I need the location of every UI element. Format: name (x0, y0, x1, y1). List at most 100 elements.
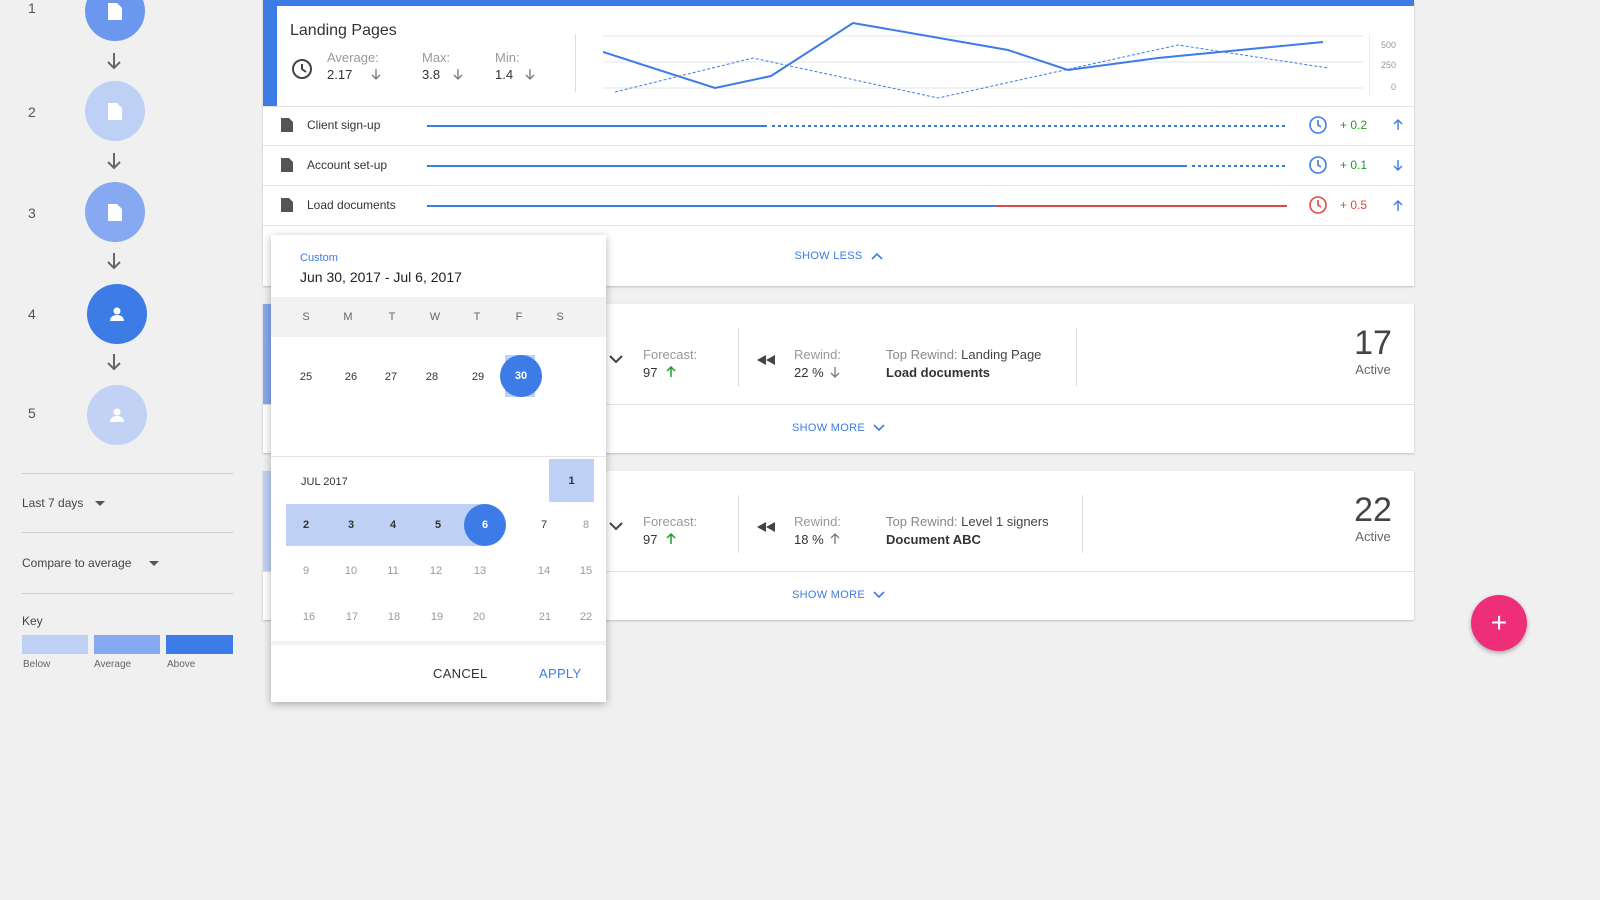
chevron-down-icon (873, 424, 885, 432)
show-more-label: SHOW MORE (792, 422, 865, 434)
weekday-header: S M T W T F S (271, 297, 606, 337)
row-delta: + 0.1 (1340, 158, 1368, 172)
person-icon (110, 307, 124, 321)
key-swatch-average (94, 635, 160, 654)
cancel-button[interactable]: CANCEL (433, 666, 488, 681)
calendar-day[interactable]: 8 (571, 519, 601, 531)
arrow-down-icon (107, 253, 121, 270)
top-rewind-label: Top Rewind: (886, 514, 958, 529)
calendar-day[interactable]: 17 (337, 611, 367, 623)
max-label: Max: (422, 50, 451, 65)
row-label: Client sign-up (307, 118, 381, 132)
calendar-day[interactable]: 28 (417, 371, 447, 383)
document-icon (281, 158, 293, 172)
page-row-account-setup[interactable]: Account set-up + 0.1 (263, 146, 1414, 185)
calendar-day[interactable]: 22 (571, 611, 601, 623)
rewind-label: Rewind: (794, 514, 841, 529)
document-icon (108, 102, 122, 120)
date-range-dropdown[interactable]: Last 7 days (22, 496, 106, 510)
step-1-circle[interactable] (85, 0, 145, 41)
calendar-day[interactable]: 12 (421, 565, 451, 577)
arrow-up-icon (1393, 200, 1403, 211)
calendar-day[interactable]: 29 (463, 371, 493, 383)
calendar-day[interactable]: 21 (530, 611, 560, 623)
top-rewind-value: Level 1 signers (961, 514, 1049, 529)
calendar-day-in-range[interactable]: 2 (291, 519, 321, 531)
key-swatch-below (22, 635, 88, 654)
apply-button[interactable]: APPLY (539, 666, 581, 681)
step-number: 4 (28, 306, 36, 322)
arrow-up-icon (830, 533, 840, 544)
forecast-value: 97 (643, 532, 658, 547)
calendar-day[interactable]: 14 (529, 565, 559, 577)
arrow-up-icon (666, 366, 676, 377)
step-4-circle[interactable] (87, 284, 147, 344)
active-count: 17 (1354, 324, 1392, 362)
calendar-day-in-range[interactable]: 4 (378, 519, 408, 531)
row-delta: + 0.2 (1340, 118, 1368, 132)
chart-tick: 500 (1381, 40, 1397, 50)
caret-down-icon (95, 500, 106, 506)
show-more-label: SHOW MORE (792, 589, 865, 601)
document-icon (281, 198, 293, 212)
compare-dropdown[interactable]: Compare to average (22, 556, 160, 570)
key-label-average: Average (94, 659, 132, 670)
calendar-day-in-range[interactable]: 1 (549, 459, 594, 502)
calendar-day[interactable]: 10 (336, 565, 366, 577)
landing-trend-chart (603, 21, 1363, 99)
rewind-value: 22 % (794, 365, 824, 380)
add-fab-button[interactable]: + (1471, 595, 1527, 651)
calendar-day[interactable]: 16 (294, 611, 324, 623)
divider (1082, 495, 1083, 553)
weekday-label: F (515, 311, 523, 323)
trend-line-solid (603, 21, 1324, 90)
arrow-up-icon (1393, 119, 1403, 130)
rewind-icon (757, 522, 775, 532)
calendar-day[interactable]: 19 (422, 611, 452, 623)
range-start-day[interactable]: 30 (500, 355, 542, 397)
row-label: Load documents (307, 198, 396, 212)
calendar-day[interactable]: 7 (529, 519, 559, 531)
step-3-circle[interactable] (85, 182, 145, 242)
key-label-above: Above (167, 659, 196, 670)
step-number: 2 (28, 104, 36, 120)
top-rewind-value: Landing Page (961, 347, 1042, 362)
weekday-label: S (556, 311, 564, 323)
calendar-day-in-range[interactable]: 5 (423, 519, 453, 531)
step-5-circle[interactable] (87, 385, 147, 445)
divider (22, 532, 233, 533)
chevron-down-icon (873, 591, 885, 599)
key-swatch-above (166, 635, 233, 654)
calendar-day[interactable]: 25 (291, 371, 321, 383)
trend-icon (609, 355, 623, 364)
calendar-day-in-range[interactable]: 3 (336, 519, 366, 531)
calendar-day[interactable]: 26 (336, 371, 366, 383)
min-label: Min: (495, 50, 520, 65)
active-count: 22 (1354, 491, 1392, 529)
calendar-day[interactable]: 27 (376, 371, 406, 383)
key-label-below: Below (23, 659, 51, 670)
step-2-circle[interactable] (85, 81, 145, 141)
range-end-day[interactable]: 6 (464, 504, 506, 546)
person-icon (110, 408, 124, 422)
calendar-day[interactable]: 20 (464, 611, 494, 623)
clock-icon (1309, 156, 1327, 174)
top-rewind: Top Rewind: Level 1 signers (886, 514, 1049, 529)
arrow-down-icon (107, 153, 121, 170)
weekday-label: T (473, 311, 481, 323)
date-range-picker: Custom Jun 30, 2017 - Jul 6, 2017 S M T … (271, 235, 606, 702)
rewind-label: Rewind: (794, 347, 841, 362)
range-mode-label: Custom (300, 252, 338, 264)
divider (738, 495, 739, 553)
active-label: Active (1355, 529, 1391, 544)
divider (271, 456, 606, 457)
calendar-day[interactable]: 9 (291, 565, 321, 577)
calendar-day[interactable]: 11 (378, 565, 408, 577)
calendar-day[interactable]: 13 (465, 565, 495, 577)
calendar-day[interactable]: 18 (379, 611, 409, 623)
page-row-client-signup[interactable]: Client sign-up + 0.2 (263, 106, 1414, 145)
calendar-day[interactable]: 15 (571, 565, 601, 577)
forecast-label: Forecast: (643, 514, 698, 529)
weekday-label: S (302, 311, 310, 323)
page-row-load-documents[interactable]: Load documents + 0.5 (263, 186, 1414, 225)
